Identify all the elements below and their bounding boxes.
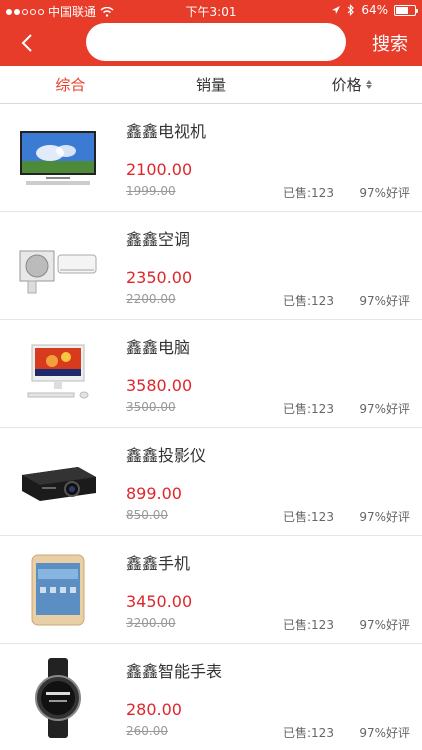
product-name: 鑫鑫投影仪 bbox=[126, 446, 207, 465]
smartwatch-icon bbox=[12, 658, 104, 738]
list-item[interactable]: 鑫鑫电脑 3580.00 3500.00 已售:123 97%好评 bbox=[0, 320, 422, 428]
product-list: 鑫鑫电视机 2100.00 1999.00 已售:123 97%好评 鑫鑫空调 … bbox=[0, 104, 422, 750]
product-price: 3580.00 bbox=[126, 376, 193, 395]
sold-count: 已售:123 bbox=[283, 726, 334, 740]
product-price: 3450.00 bbox=[126, 592, 193, 611]
rating: 97%好评 bbox=[359, 510, 410, 524]
product-original-price: 2200.00 bbox=[126, 292, 176, 306]
battery-percent: 64% bbox=[361, 3, 388, 17]
rating: 97%好评 bbox=[359, 186, 410, 200]
product-price: 899.00 bbox=[126, 484, 182, 503]
location-icon bbox=[332, 6, 341, 14]
product-price: 280.00 bbox=[126, 700, 182, 719]
chevron-left-icon bbox=[21, 34, 32, 52]
product-original-price: 3500.00 bbox=[126, 400, 176, 414]
phone-icon bbox=[12, 550, 104, 630]
tab-price[interactable]: 价格 bbox=[281, 66, 422, 103]
product-name: 鑫鑫智能手表 bbox=[126, 662, 223, 681]
sold-count: 已售:123 bbox=[283, 186, 334, 200]
product-name: 鑫鑫电脑 bbox=[126, 338, 191, 357]
back-button[interactable] bbox=[12, 28, 42, 58]
product-original-price: 3200.00 bbox=[126, 616, 176, 630]
sold-count: 已售:123 bbox=[283, 294, 334, 308]
product-name: 鑫鑫空调 bbox=[126, 230, 191, 249]
air-conditioner-icon bbox=[12, 226, 104, 306]
list-item[interactable]: 鑫鑫投影仪 899.00 850.00 已售:123 97%好评 bbox=[0, 428, 422, 536]
header-bar: 中国联通 下午3:01 64% 搜索 bbox=[0, 0, 422, 66]
rating: 97%好评 bbox=[359, 618, 410, 632]
product-original-price: 260.00 bbox=[126, 724, 168, 738]
bluetooth-icon bbox=[347, 4, 355, 16]
sold-count: 已售:123 bbox=[283, 510, 334, 524]
product-name: 鑫鑫电视机 bbox=[126, 122, 207, 141]
list-item[interactable]: 鑫鑫空调 2350.00 2200.00 已售:123 97%好评 bbox=[0, 212, 422, 320]
sort-tabs: 综合 销量 价格 bbox=[0, 66, 422, 104]
product-price: 2100.00 bbox=[126, 160, 193, 179]
product-name: 鑫鑫手机 bbox=[126, 554, 191, 573]
search-button[interactable]: 搜索 bbox=[372, 30, 408, 56]
rating: 97%好评 bbox=[359, 726, 410, 740]
list-item[interactable]: 鑫鑫电视机 2100.00 1999.00 已售:123 97%好评 bbox=[0, 104, 422, 212]
sold-count: 已售:123 bbox=[283, 618, 334, 632]
product-original-price: 1999.00 bbox=[126, 184, 176, 198]
tab-sales[interactable]: 销量 bbox=[141, 66, 282, 103]
product-price: 2350.00 bbox=[126, 268, 193, 287]
search-input[interactable] bbox=[86, 23, 346, 61]
sold-count: 已售:123 bbox=[283, 402, 334, 416]
product-original-price: 850.00 bbox=[126, 508, 168, 522]
computer-icon bbox=[12, 334, 104, 414]
list-item[interactable]: 鑫鑫智能手表 280.00 260.00 已售:123 97%好评 bbox=[0, 644, 422, 750]
rating: 97%好评 bbox=[359, 402, 410, 416]
sort-icon bbox=[365, 80, 372, 89]
tab-comprehensive[interactable]: 综合 bbox=[0, 66, 141, 103]
battery-icon bbox=[394, 4, 418, 16]
rating: 97%好评 bbox=[359, 294, 410, 308]
tv-icon bbox=[12, 118, 104, 198]
projector-icon bbox=[12, 442, 104, 522]
status-bar: 中国联通 下午3:01 64% bbox=[0, 0, 422, 22]
nav-bar: 搜索 bbox=[0, 22, 422, 66]
list-item[interactable]: 鑫鑫手机 3450.00 3200.00 已售:123 97%好评 bbox=[0, 536, 422, 644]
